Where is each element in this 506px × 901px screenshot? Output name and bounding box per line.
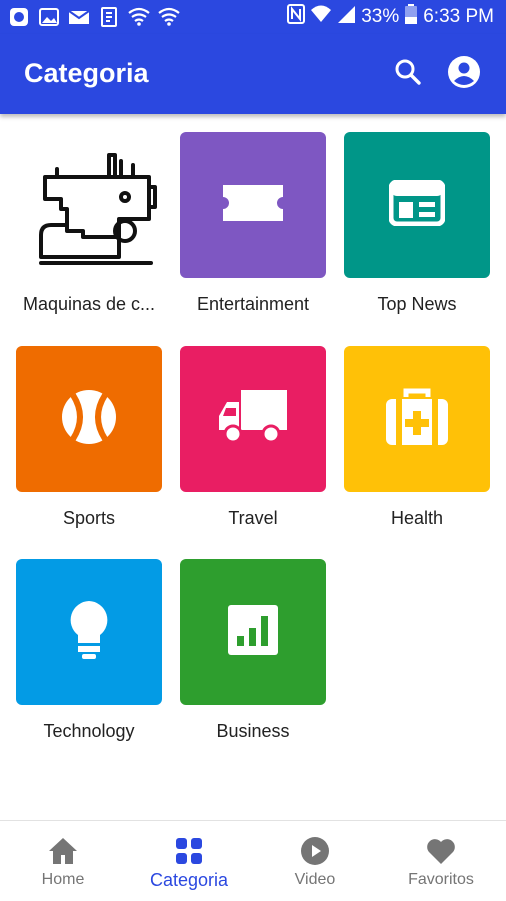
notification-icons [8, 6, 180, 28]
category-item-health[interactable]: Health [335, 346, 499, 536]
search-icon [394, 58, 422, 91]
lightbulb-icon [69, 600, 109, 665]
sewing-machine-icon [21, 135, 157, 276]
nav-item-home[interactable]: Home [0, 821, 126, 901]
category-label: Sports [62, 508, 116, 528]
wifi-shield-icon-2 [158, 6, 180, 28]
baseball-icon [61, 389, 117, 450]
category-item-business[interactable]: Business [171, 559, 335, 749]
category-label: Technology [43, 721, 135, 741]
nav-item-video[interactable]: Video [252, 821, 378, 901]
nav-label: Home [41, 871, 85, 888]
signal-icon [337, 5, 356, 29]
category-label: Entertainment [196, 294, 310, 314]
prescription-icon [98, 6, 120, 28]
clock: 6:33 PM [423, 6, 494, 27]
gallery-icon [38, 6, 60, 28]
wifi-icon [311, 5, 332, 29]
nav-label: Video [294, 871, 336, 888]
category-label: Top News [377, 294, 457, 314]
category-tile[interactable] [180, 346, 326, 492]
category-label: Maquinas de c... [22, 294, 156, 314]
account-circle-icon [447, 55, 481, 94]
category-tile[interactable] [16, 559, 162, 705]
account-button[interactable] [446, 55, 482, 94]
category-tile[interactable] [16, 346, 162, 492]
nav-label: Categoria [149, 870, 229, 890]
home-icon [47, 835, 79, 867]
app-bar: Categoria [0, 34, 506, 114]
category-item-technology[interactable]: Technology [7, 559, 171, 749]
category-label: Health [390, 508, 444, 528]
category-tile[interactable] [180, 132, 326, 278]
category-item-sewing[interactable]: Maquinas de c... [7, 132, 171, 322]
play-circle-icon [299, 835, 331, 867]
nav-item-categoria[interactable]: Categoria [126, 821, 252, 901]
bottom-navigation: Home Categoria Video Favoritos [0, 820, 506, 901]
category-item-top-news[interactable]: Top News [335, 132, 499, 322]
heart-icon [425, 835, 457, 867]
nav-label: Favoritos [408, 871, 474, 888]
category-tile[interactable] [180, 559, 326, 705]
newspaper-icon [388, 179, 446, 231]
category-tile[interactable] [344, 346, 490, 492]
wifi-shield-icon [128, 6, 150, 28]
mail-icon [68, 6, 90, 28]
grid-icon [173, 835, 205, 867]
battery-icon [405, 4, 418, 30]
category-tile[interactable] [16, 132, 162, 278]
category-item-entertainment[interactable]: Entertainment [171, 132, 335, 322]
search-button[interactable] [390, 56, 426, 92]
ticket-icon [223, 184, 283, 226]
category-item-travel[interactable]: Travel [171, 346, 335, 536]
nfc-icon [287, 4, 306, 30]
category-item-sports[interactable]: Sports [7, 346, 171, 536]
chart-icon [227, 604, 279, 661]
battery-percent: 33% [361, 6, 400, 27]
messenger-icon [8, 6, 30, 28]
category-label: Business [216, 721, 290, 741]
truck-icon [217, 388, 289, 451]
status-bar: 33% 6:33 PM [0, 0, 506, 34]
page-title: Categoria [24, 58, 149, 88]
medical-bag-icon [384, 387, 450, 452]
category-label: Travel [228, 508, 278, 528]
category-tile[interactable] [344, 132, 490, 278]
system-indicators: 33% 6:33 PM [287, 4, 494, 30]
nav-item-favoritos[interactable]: Favoritos [378, 821, 504, 901]
